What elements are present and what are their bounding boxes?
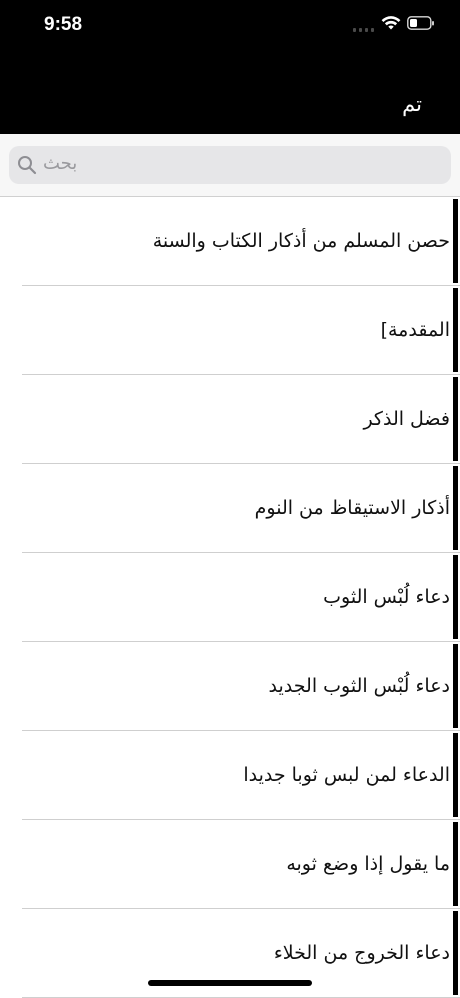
row-accent-bar xyxy=(453,199,458,283)
list-item[interactable]: فضل الذكر xyxy=(0,375,460,464)
row-accent-bar xyxy=(453,466,458,550)
list-item[interactable]: دعاء لُبْس الثوب xyxy=(0,553,460,642)
row-accent-bar xyxy=(453,733,458,817)
row-accent-bar xyxy=(453,377,458,461)
list-item-label: ما يقول إذا وضع ثوبه xyxy=(286,853,450,875)
row-accent-bar xyxy=(453,911,458,995)
done-button[interactable]: تم xyxy=(402,92,422,116)
search-icon xyxy=(18,156,37,175)
list-item-label: فضل الذكر xyxy=(363,408,450,430)
list-item-label: أذكار الاستيقاظ من النوم xyxy=(254,497,450,519)
list-item[interactable]: أذكار الاستيقاظ من النوم xyxy=(0,464,460,553)
wifi-icon xyxy=(381,16,401,30)
search-placeholder: بحث xyxy=(43,153,78,174)
list-item[interactable]: ما يقول إذا وضع ثوبه xyxy=(0,820,460,909)
list-item[interactable]: الدعاء لمن لبس ثوبا جديدا xyxy=(0,731,460,820)
list-item-label: دعاء لُبْس الثوب الجديد xyxy=(268,675,450,697)
status-time: 9:58 xyxy=(44,14,83,35)
list-item-label: حصن المسلم من أذكار الكتاب والسنة xyxy=(152,230,450,252)
battery-icon xyxy=(407,16,434,30)
row-accent-bar xyxy=(453,822,458,906)
list-item[interactable]: دعاء لُبْس الثوب الجديد xyxy=(0,642,460,731)
search-input[interactable]: بحث xyxy=(9,146,451,184)
row-accent-bar xyxy=(453,555,458,639)
list-item-label: المقدمة] xyxy=(380,319,450,341)
search-bar: بحث xyxy=(0,134,460,196)
row-accent-bar xyxy=(453,644,458,728)
row-accent-bar xyxy=(453,288,458,372)
list-item-label: الدعاء لمن لبس ثوبا جديدا xyxy=(243,764,450,786)
list-item[interactable]: حصن المسلم من أذكار الكتاب والسنة xyxy=(0,197,460,286)
cellular-signal-icon xyxy=(353,26,375,32)
chapter-list: حصن المسلم من أذكار الكتاب والسنة المقدم… xyxy=(0,197,460,998)
list-item[interactable]: المقدمة] xyxy=(0,286,460,375)
navigation-header: 9:58 تم xyxy=(0,0,460,134)
home-indicator[interactable] xyxy=(148,980,312,986)
list-item-label: دعاء لُبْس الثوب xyxy=(323,586,450,608)
